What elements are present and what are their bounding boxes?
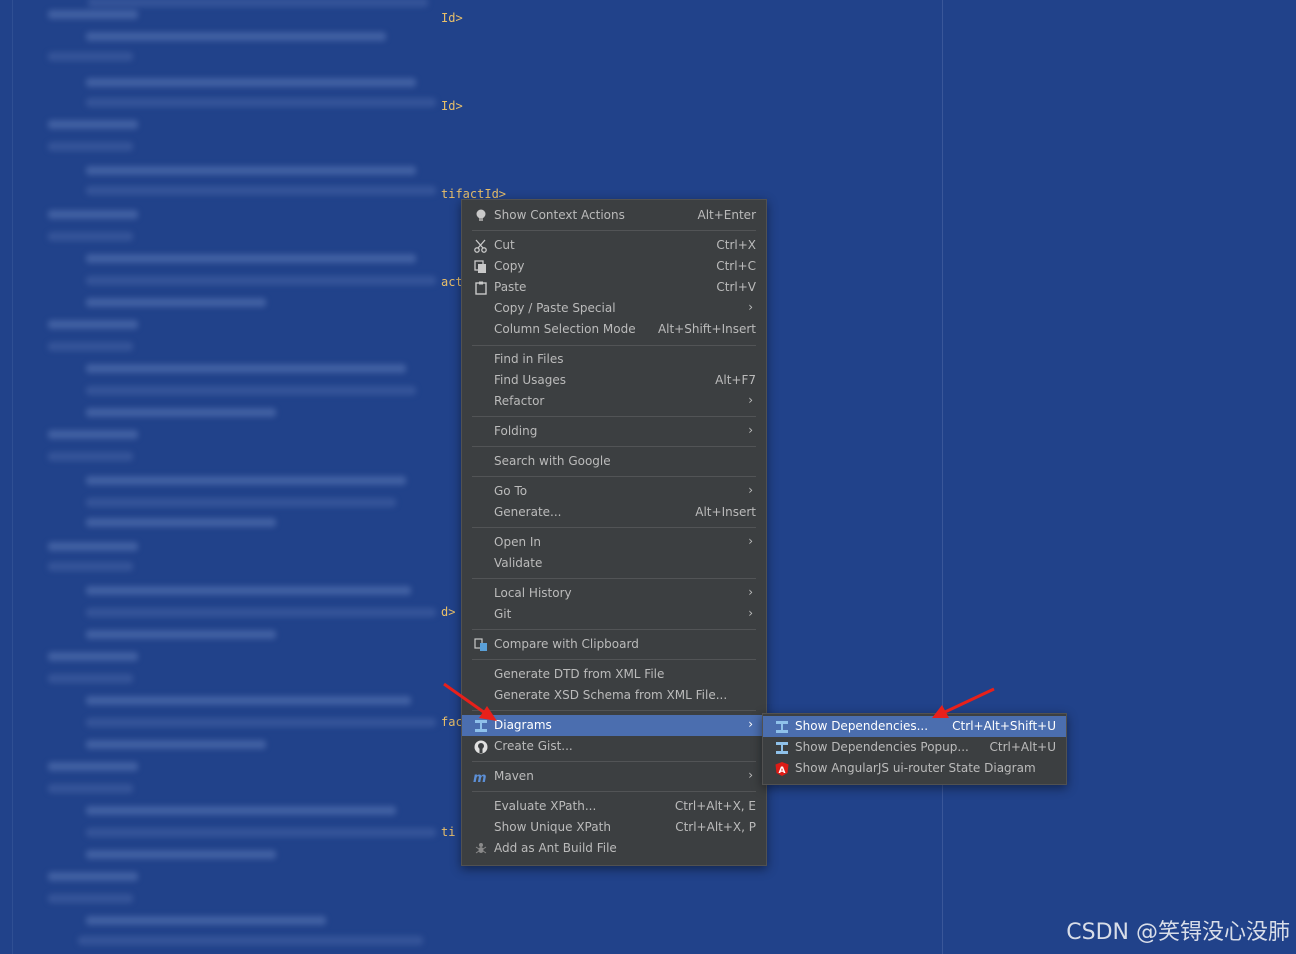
annotation-arrows: [443, 682, 995, 721]
red-arrow-annotation: [932, 687, 995, 718]
red-arrow-annotation: [443, 682, 497, 721]
csdn-watermark: CSDN @笑锝没心没肺: [1066, 920, 1290, 945]
